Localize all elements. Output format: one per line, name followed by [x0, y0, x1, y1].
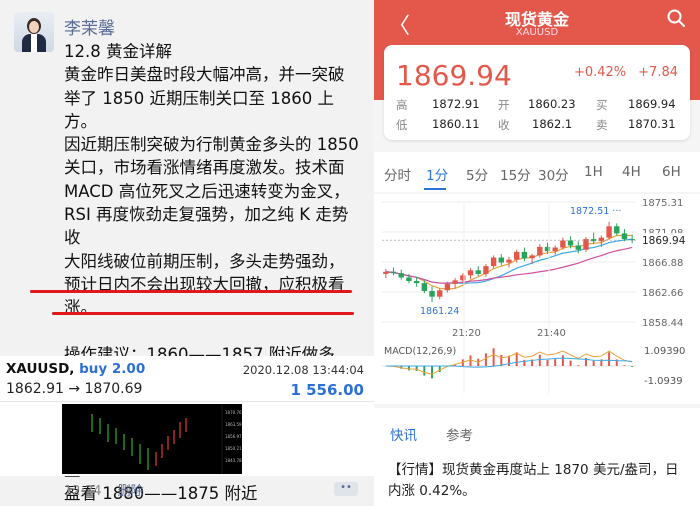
y-tick-label: 1866.88	[642, 258, 683, 269]
x-tick-label: 21:40	[537, 328, 566, 339]
candle-body	[552, 247, 558, 252]
tab-1h[interactable]: 1H	[584, 164, 603, 180]
candle-body	[390, 271, 397, 274]
macd-tick-label: 1.09390	[644, 346, 685, 357]
candle-body	[537, 246, 543, 256]
interval-tabs: 分时 1分 5分 15分 30分 1H 4H 6H	[374, 152, 700, 192]
high-label: 1872.51 ···	[570, 206, 621, 217]
candle-body	[429, 290, 435, 297]
trade-datetime: 2020.12.08 13:44:04	[242, 363, 364, 377]
post-title: 12.8 黄金详解	[64, 42, 172, 61]
tab-4h[interactable]: 4H	[622, 164, 641, 180]
svg-text:1870.76: 1870.76	[225, 410, 242, 415]
candle-body	[521, 251, 528, 259]
candle-body	[567, 240, 574, 246]
price-change: +0.42% +7.84	[574, 65, 678, 80]
news-item[interactable]: 【行情】现货黄金再度站上 1870 美元/盎司，日内涨 0.42%。	[388, 460, 688, 502]
tab-30min[interactable]: 30分	[538, 164, 569, 184]
candle-body	[398, 273, 404, 278]
tab-news[interactable]: 快讯	[390, 424, 417, 444]
candle-body	[614, 226, 620, 234]
delete-link[interactable]: 删除	[118, 484, 144, 499]
macd-label: MACD(12,26,9)	[384, 346, 456, 357]
tab-6h[interactable]: 6H	[662, 164, 681, 180]
search-icon[interactable]	[666, 8, 686, 28]
candle-body	[575, 245, 581, 250]
candle-body	[413, 281, 420, 284]
trade-profit: 1 556.00	[290, 381, 364, 399]
price-stats: 高 1872.91 开 1860.23 买 1869.94 低 1860.11 …	[396, 97, 680, 137]
svg-text:1843.78: 1843.78	[225, 458, 242, 463]
y-tick-label: 1862.66	[642, 288, 683, 299]
candle-body	[514, 251, 520, 260]
tab-15min[interactable]: 15分	[500, 164, 531, 184]
x-tick-label: 21:20	[452, 328, 481, 339]
tab-1min[interactable]: 1分	[426, 164, 448, 184]
avatar[interactable]	[14, 12, 54, 52]
trade-card[interactable]: XAUUSD, buy 2.00 2020.12.08 13:44:04 186…	[0, 356, 374, 476]
candle-body	[529, 255, 535, 259]
news-section: 快讯 参考 【行情】现货黄金再度站上 1870 美元/盎司，日内涨 0.42%。	[374, 408, 700, 506]
candle-body	[598, 237, 605, 242]
candle-body	[583, 239, 589, 250]
more-options-button[interactable]: ••	[334, 482, 358, 496]
y-tick-label: 1858.44	[642, 318, 683, 329]
trade-side: buy 2.00	[79, 361, 146, 377]
tab-fenshi[interactable]: 分时	[384, 164, 411, 184]
candle-body	[506, 259, 512, 263]
highlight-underline-1	[30, 290, 352, 293]
active-tab-indicator	[424, 188, 446, 190]
chat-post-panel: 李茉馨 12.8 黄金详解 黄金昨日美盘时段大幅冲高，并一突破 举了 1850 …	[0, 0, 374, 506]
tab-reference[interactable]: 参考	[446, 424, 473, 444]
author-name[interactable]: 李茉馨	[64, 14, 115, 39]
divider	[0, 401, 374, 402]
low-label: 1861.24	[420, 306, 459, 317]
post-time: 12:34	[64, 484, 102, 499]
y-tick-label: 1875.31	[642, 198, 683, 209]
candle-body	[452, 280, 458, 284]
candle-body	[560, 240, 566, 248]
trade-prices: 1862.91 → 1870.69	[6, 381, 143, 397]
candle-body	[490, 257, 497, 267]
change-absolute: +7.84	[638, 65, 678, 80]
market-app: 〈 现货黄金 XAUUSD 1869.94 +0.42% +7.84 高 1872…	[374, 0, 700, 506]
candle-body	[467, 270, 474, 276]
change-percent: +0.42%	[573, 65, 627, 80]
price-card: 1869.94 +0.42% +7.84 高 1872.91 开 1860.23 …	[384, 45, 690, 140]
stats-row-low: 低 1860.11 收 1862.1 卖 1870.31	[396, 117, 676, 132]
macd-tick-label: -1.0939	[644, 376, 683, 387]
current-price-label: 1869.94	[642, 235, 686, 247]
candle-body	[421, 283, 428, 291]
stats-row-high: 高 1872.91 开 1860.23 买 1869.94	[396, 97, 676, 112]
trade-symbol: XAUUSD, buy 2.00	[6, 361, 146, 377]
candle-body	[383, 271, 389, 274]
candle-body	[437, 290, 443, 297]
candle-body	[498, 257, 504, 263]
highlight-underline-2	[52, 312, 354, 315]
candle-body	[483, 266, 489, 274]
tab-5min[interactable]: 5分	[466, 164, 488, 184]
last-price: 1869.94	[396, 59, 512, 92]
candle-body	[444, 283, 451, 291]
candle-body	[460, 275, 466, 281]
post-body: 黄金昨日美盘时段大幅冲高，并一突破 举了 1850 近期压制关口至 1860 上…	[64, 65, 359, 318]
candle-body	[621, 233, 628, 240]
candlestick-chart[interactable]: 1875.311871.081866.881862.661858.441872.…	[374, 194, 700, 404]
svg-text:1863.59: 1863.59	[225, 422, 242, 427]
mini-chart-image[interactable]: 1870.76 1863.59 1856.97 1850.21 1843.78	[62, 404, 242, 474]
svg-text:1850.21: 1850.21	[225, 446, 242, 451]
post-footer: 12:34 删除	[64, 480, 144, 499]
candle-body	[406, 277, 412, 282]
page-subtitle: XAUUSD	[515, 27, 559, 38]
svg-text:1856.97: 1856.97	[225, 434, 242, 439]
candle-body	[606, 226, 612, 238]
chart-svg[interactable]: 1875.311871.081866.881862.661858.441872.…	[374, 194, 700, 404]
candle-body	[475, 270, 481, 274]
